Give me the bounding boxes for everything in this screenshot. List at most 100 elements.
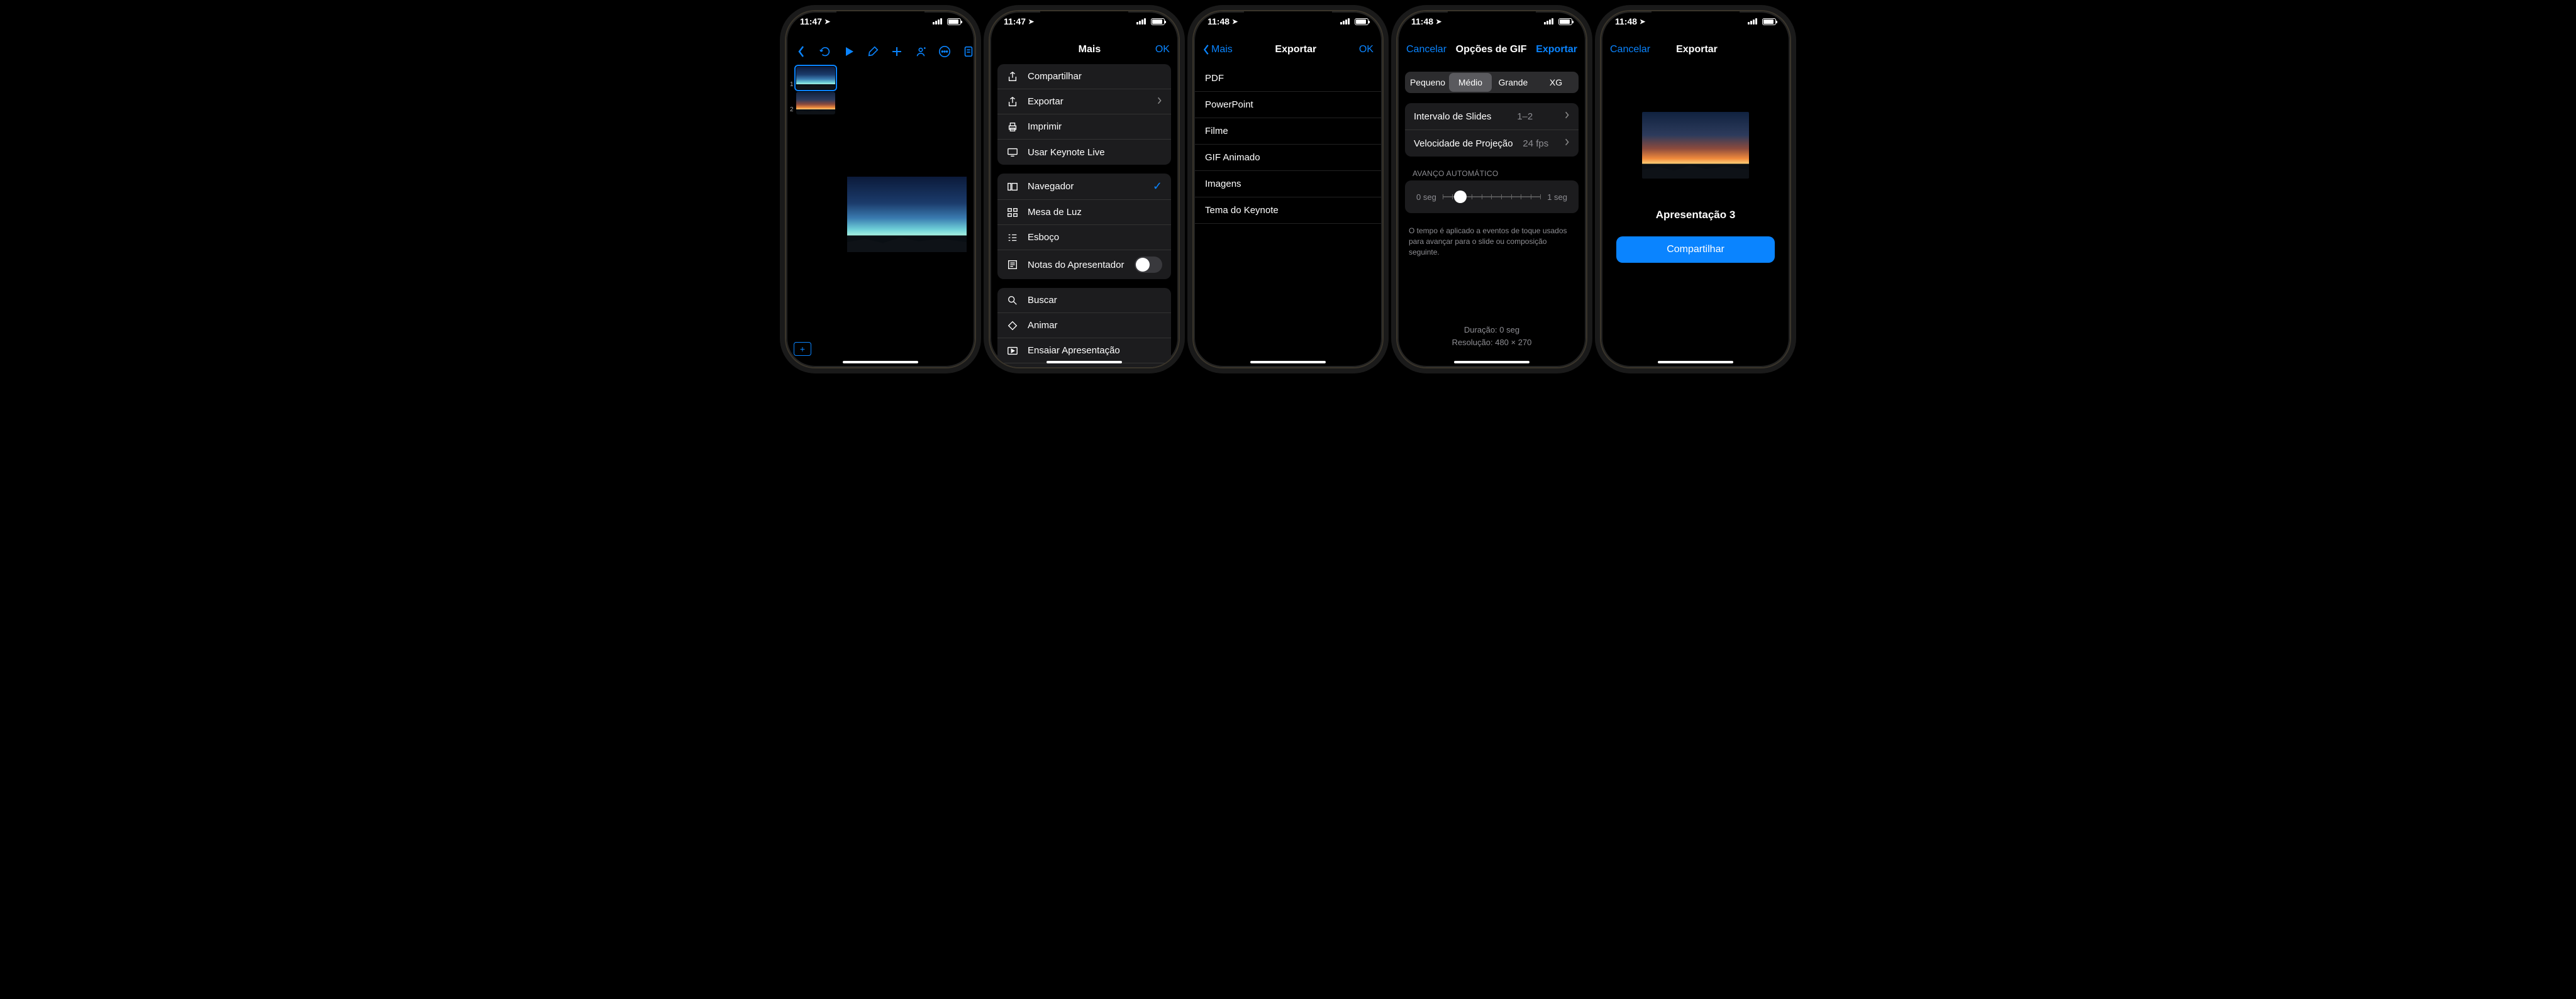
phone-export-list: 11:48➤ Mais Exportar OK PDF PowerPoint F…	[1194, 11, 1382, 367]
slide-thumbnail-2[interactable]	[796, 92, 835, 114]
print-row[interactable]: Imprimir	[997, 114, 1171, 140]
row-label: Tema do Keynote	[1205, 205, 1279, 216]
home-indicator[interactable]	[1454, 361, 1530, 363]
cancel-button[interactable]: Cancelar	[1610, 44, 1650, 55]
battery-icon	[1151, 18, 1165, 25]
brush-icon[interactable]	[867, 45, 879, 61]
home-indicator[interactable]	[1046, 361, 1122, 363]
row-label: Ensaiar Apresentação	[1028, 345, 1120, 356]
document-icon[interactable]	[962, 45, 975, 61]
back-icon[interactable]	[795, 45, 808, 61]
status-time: 11:47	[800, 16, 822, 26]
current-slide[interactable]	[847, 177, 967, 252]
row-label: Imagens	[1205, 179, 1241, 189]
navigator-row[interactable]: Navegador✓	[997, 174, 1171, 200]
slide-range-row[interactable]: Intervalo de Slides1–2	[1405, 103, 1579, 130]
collaborate-icon[interactable]	[914, 45, 927, 61]
chevron-right-icon	[1157, 96, 1162, 108]
advance-slider-row: 0 seg 1 seg	[1405, 184, 1579, 209]
export-icon	[1006, 96, 1019, 108]
export-pdf[interactable]: PDF	[1194, 65, 1382, 92]
play-icon[interactable]	[843, 45, 855, 61]
export-images[interactable]: Imagens	[1194, 171, 1382, 197]
phone-gif-options: 11:48➤ Cancelar Opções de GIF Exportar P…	[1397, 11, 1586, 367]
nav-title: Mais	[1079, 44, 1101, 55]
light-table-row[interactable]: Mesa de Luz	[997, 200, 1171, 225]
slider-knob[interactable]	[1454, 190, 1467, 203]
size-segmented-control[interactable]: Pequeno Médio Grande XG	[1405, 72, 1579, 93]
row-value: 1–2	[1517, 111, 1533, 122]
location-icon: ➤	[1640, 18, 1645, 26]
nav-bar: Mais OK	[990, 39, 1179, 62]
ok-button[interactable]: OK	[1359, 44, 1374, 55]
animate-icon	[1006, 320, 1019, 331]
location-icon: ➤	[1436, 18, 1441, 26]
slide-canvas[interactable]	[839, 62, 975, 367]
cell-signal-icon	[1136, 18, 1146, 25]
plus-icon[interactable]	[891, 45, 903, 61]
animate-row[interactable]: Animar	[997, 313, 1171, 338]
presenter-notes-row[interactable]: Notas do Apresentador	[997, 250, 1171, 279]
share-row[interactable]: Compartilhar	[997, 64, 1171, 89]
row-label: Animar	[1028, 320, 1058, 331]
playback-speed-row[interactable]: Velocidade de Projeção24 fps	[1405, 130, 1579, 157]
export-theme[interactable]: Tema do Keynote	[1194, 197, 1382, 224]
battery-icon	[1762, 18, 1776, 25]
view-group: Navegador✓ Mesa de Luz Esboço Notas do A…	[997, 174, 1171, 279]
home-indicator[interactable]	[1250, 361, 1326, 363]
ok-button[interactable]: OK	[1155, 44, 1170, 55]
tools-group: Buscar Animar Ensaiar Apresentação Permi…	[997, 288, 1171, 367]
location-icon: ➤	[824, 18, 830, 26]
search-icon	[1006, 295, 1019, 306]
share-group: Compartilhar Exportar Imprimir Usar Keyn…	[997, 64, 1171, 165]
home-indicator[interactable]	[843, 361, 918, 363]
slide-number: 1	[790, 81, 794, 88]
share-icon	[1006, 71, 1019, 82]
keynote-live-row[interactable]: Usar Keynote Live	[997, 140, 1171, 165]
export-row[interactable]: Exportar	[997, 89, 1171, 114]
notes-toggle[interactable]	[1135, 257, 1162, 273]
export-powerpoint[interactable]: PowerPoint	[1194, 92, 1382, 118]
share-button[interactable]: Compartilhar	[1616, 236, 1775, 263]
export-gif[interactable]: GIF Animado	[1194, 145, 1382, 171]
seg-small[interactable]: Pequeno	[1406, 73, 1449, 92]
row-label: Esboço	[1028, 232, 1059, 243]
battery-icon	[947, 18, 961, 25]
back-button[interactable]: Mais	[1202, 44, 1233, 55]
row-label: Filme	[1205, 126, 1228, 136]
outline-row[interactable]: Esboço	[997, 225, 1171, 250]
cell-signal-icon	[1748, 18, 1757, 25]
find-row[interactable]: Buscar	[997, 288, 1171, 313]
location-icon: ➤	[1028, 18, 1034, 26]
export-movie[interactable]: Filme	[1194, 118, 1382, 145]
slide-thumbnail-1[interactable]	[796, 67, 835, 89]
cell-signal-icon	[933, 18, 942, 25]
seg-medium[interactable]: Médio	[1449, 73, 1492, 92]
notes-icon	[1006, 259, 1019, 270]
slide-navigator[interactable]: 1 2	[786, 62, 839, 367]
advance-slider[interactable]	[1443, 190, 1541, 203]
advance-footnote: O tempo é aplicado a eventos de toque us…	[1397, 222, 1586, 257]
rehearse-row[interactable]: Ensaiar Apresentação	[997, 338, 1171, 363]
export-preview	[1642, 112, 1749, 179]
seg-xl[interactable]: XG	[1535, 73, 1577, 92]
cell-signal-icon	[1340, 18, 1350, 25]
add-slide-button[interactable]: +	[794, 342, 811, 356]
remote-row[interactable]: Permitir Remote	[997, 363, 1171, 367]
export-button[interactable]: Exportar	[1536, 44, 1577, 55]
phone-more-menu: 11:47➤ Mais OK Compartilhar Exportar Imp…	[990, 11, 1179, 367]
cancel-button[interactable]: Cancelar	[1406, 44, 1446, 55]
nav-title: Exportar	[1676, 44, 1718, 55]
undo-icon[interactable]	[819, 45, 831, 61]
more-icon[interactable]	[938, 45, 951, 61]
checkmark-icon: ✓	[1153, 180, 1162, 193]
phone-export-share: 11:48➤ Cancelar Exportar Apresentação 3 …	[1601, 11, 1790, 367]
row-value: 24 fps	[1523, 138, 1548, 149]
status-time: 11:47	[1004, 16, 1026, 26]
resolution-label: Resolução: 480 × 270	[1397, 336, 1586, 349]
seg-large[interactable]: Grande	[1492, 73, 1535, 92]
home-indicator[interactable]	[1658, 361, 1733, 363]
auto-advance-header: AVANÇO AUTOMÁTICO	[1397, 165, 1586, 180]
play-rect-icon	[1006, 345, 1019, 356]
chevron-right-icon	[1565, 111, 1570, 122]
